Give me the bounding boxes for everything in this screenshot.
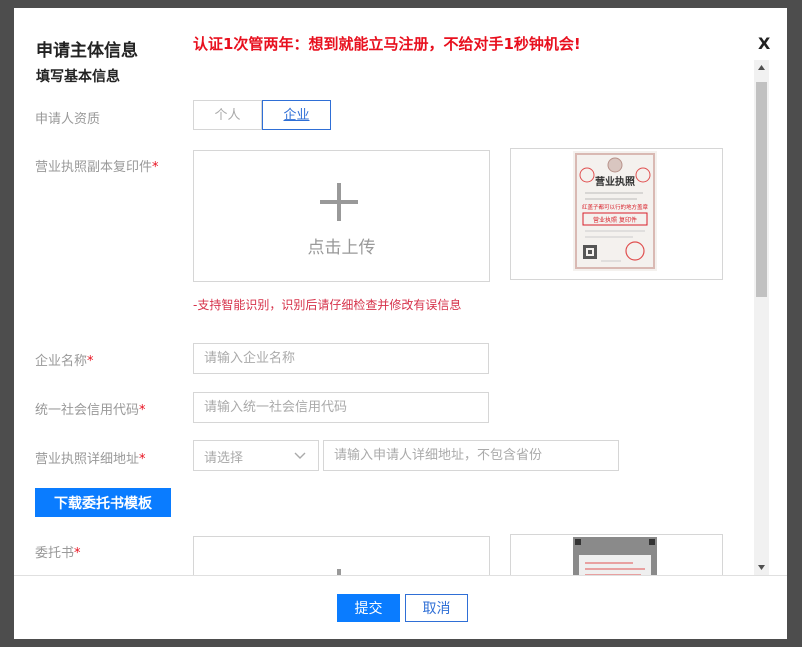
address-label-text: 营业执照详细地址 xyxy=(35,452,140,467)
authorization-sample xyxy=(510,534,723,575)
section-title: 填写基本信息 xyxy=(36,69,120,85)
company-name-label-text: 企业名称 xyxy=(35,354,88,369)
license-upload-box[interactable]: 点击上传 xyxy=(193,150,490,282)
region-select[interactable]: 请选择 xyxy=(193,440,319,471)
credit-code-label: 统一社会信用代码* xyxy=(35,399,146,418)
required-mark: * xyxy=(87,354,94,369)
region-select-value: 请选择 xyxy=(204,451,244,466)
close-button[interactable]: X xyxy=(758,34,770,53)
authorization-label-text: 委托书 xyxy=(35,546,75,561)
dialog-title: 申请主体信息 xyxy=(36,41,138,61)
address-detail-input[interactable] xyxy=(323,440,619,471)
required-mark: * xyxy=(74,546,81,561)
application-dialog: 申请主体信息 认证1次管两年：想到就能立马注册，不给对手1秒钟机会! X 填写基… xyxy=(14,8,787,639)
scroll-down-arrow[interactable] xyxy=(754,560,769,575)
authorization-label: 委托书* xyxy=(35,542,81,561)
authorization-sample-image xyxy=(573,537,657,575)
company-name-label: 企业名称* xyxy=(35,350,94,369)
dialog-footer: 提交 取消 xyxy=(14,575,787,640)
triangle-down-icon xyxy=(758,565,765,570)
authorization-upload-box[interactable] xyxy=(193,536,490,575)
license-sample: 营业执照 红盖子都可以行的地方盖章 营业执照 复印件 xyxy=(510,148,723,280)
required-mark: * xyxy=(152,160,159,175)
vertical-scrollbar[interactable] xyxy=(754,60,769,575)
required-mark: * xyxy=(139,452,146,467)
chevron-down-icon xyxy=(294,452,306,459)
license-label-text: 营业执照副本复印件 xyxy=(35,160,153,175)
qualification-option-company[interactable]: 企业 xyxy=(262,100,331,130)
qualification-label: 申请人资质 xyxy=(35,112,101,127)
cancel-button[interactable]: 取消 xyxy=(405,594,468,622)
license-sample-image: 营业执照 红盖子都可以行的地方盖章 营业执照 复印件 xyxy=(573,151,657,271)
submit-button[interactable]: 提交 xyxy=(337,594,400,622)
sample-title: 营业执照 xyxy=(595,175,635,188)
upload-text: 点击上传 xyxy=(307,238,376,258)
form-scroll-area[interactable]: 填写基本信息 申请人资质 个人 企业 营业执照副本复印件* 点击上传 营业执照 … xyxy=(14,60,752,575)
company-name-input[interactable] xyxy=(193,343,489,374)
promo-banner: 认证1次管两年：想到就能立马注册，不给对手1秒钟机会! xyxy=(193,35,581,53)
scroll-up-arrow[interactable] xyxy=(754,60,769,75)
credit-code-label-text: 统一社会信用代码 xyxy=(35,403,140,418)
triangle-up-icon xyxy=(758,65,765,70)
scroll-thumb[interactable] xyxy=(756,82,767,297)
plus-icon xyxy=(320,183,358,221)
download-template-button[interactable]: 下载委托书模板 xyxy=(35,488,171,517)
sample-stamp-text: 红盖子都可以行的地方盖章 xyxy=(582,203,649,211)
credit-code-input[interactable] xyxy=(193,392,489,423)
address-label: 营业执照详细地址* xyxy=(35,448,146,467)
ocr-hint: -支持智能识别，识别后请仔细检查并修改有误信息 xyxy=(193,298,462,312)
qualification-option-personal[interactable]: 个人 xyxy=(193,100,262,130)
required-mark: * xyxy=(139,403,146,418)
license-label: 营业执照副本复印件* xyxy=(35,156,159,175)
sample-red-text: 营业执照 复印件 xyxy=(593,216,637,224)
